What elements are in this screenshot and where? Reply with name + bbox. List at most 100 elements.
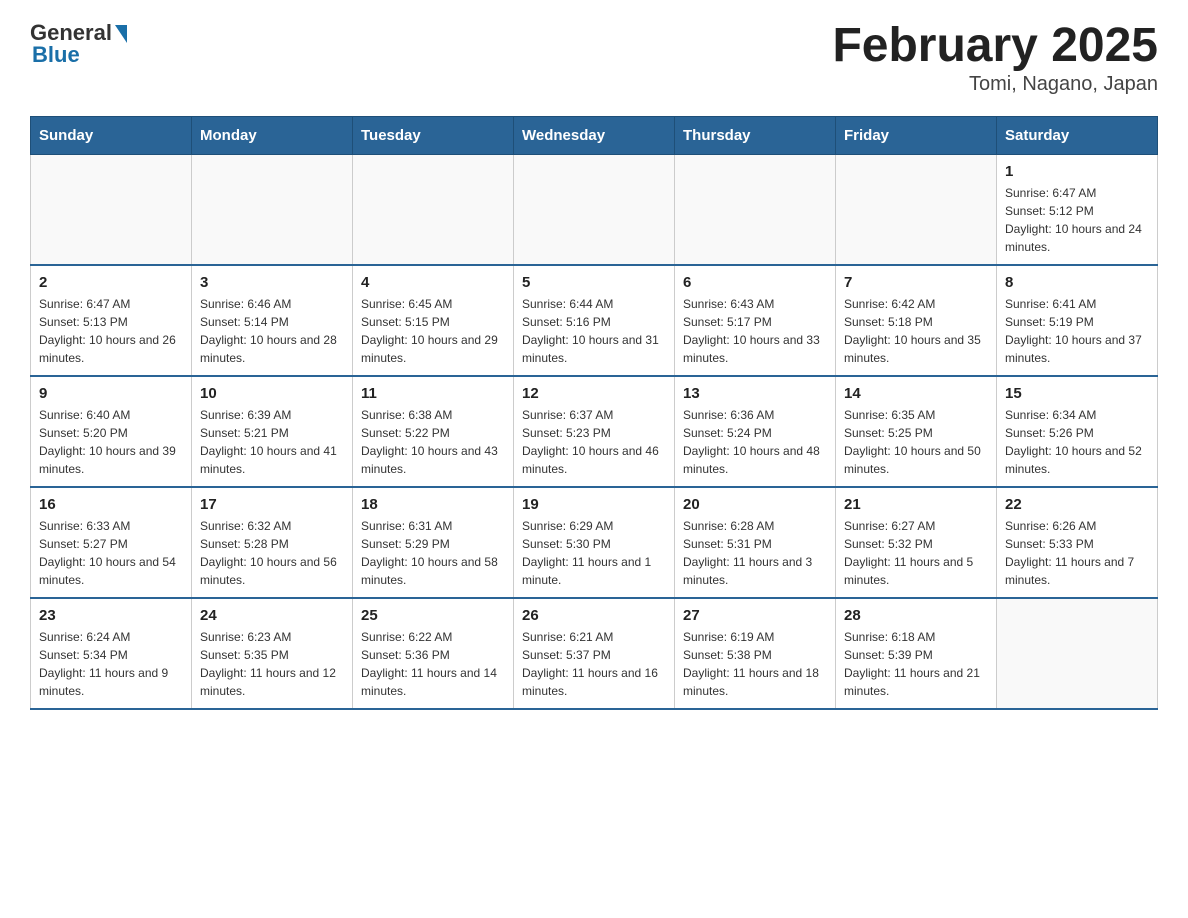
calendar-day-cell: 2Sunrise: 6:47 AMSunset: 5:13 PMDaylight… [31, 265, 192, 376]
day-info: Sunrise: 6:42 AMSunset: 5:18 PMDaylight:… [844, 295, 988, 367]
logo-arrow-icon [115, 25, 127, 43]
day-number: 7 [844, 274, 988, 291]
day-info: Sunrise: 6:24 AMSunset: 5:34 PMDaylight:… [39, 628, 183, 700]
day-number: 16 [39, 496, 183, 513]
day-number: 4 [361, 274, 505, 291]
calendar-day-cell: 4 Sunrise: 6:45 AMSunset: 5:15 PMDaylight… [353, 265, 514, 376]
calendar-day-cell: 14 Sunrise: 6:35 AMSunset: 5:25 PMDayligh… [836, 376, 997, 487]
day-number: 6 [683, 274, 827, 291]
calendar-day-cell: 1 Sunrise: 6:47 AMSunset: 5:12 PMDaylight… [997, 154, 1158, 265]
day-info: Sunrise: 6:46 AMSunset: 5:14 PMDaylight:… [200, 295, 344, 367]
day-info: Sunrise: 6:34 AMSunset: 5:26 PMDaylight:… [1005, 406, 1149, 478]
calendar-day-cell: 16 Sunrise: 6:33 AMSunset: 5:27 PMDayligh… [31, 487, 192, 598]
day-info: Sunrise: 6:23 AMSunset: 5:35 PMDaylight:… [200, 628, 344, 700]
day-of-week-header: Sunday [31, 116, 192, 154]
day-info: Sunrise: 6:22 AMSunset: 5:36 PMDaylight:… [361, 628, 505, 700]
day-info: Sunrise: 6:39 AMSunset: 5:21 PMDaylight:… [200, 406, 344, 478]
day-info: Sunrise: 6:18 AMSunset: 5:39 PMDaylight:… [844, 628, 988, 700]
day-of-week-header: Thursday [675, 116, 836, 154]
calendar-day-cell: 10 Sunrise: 6:39 AMSunset: 5:21 PMDayligh… [192, 376, 353, 487]
day-info: Sunrise: 6:19 AMSunset: 5:38 PMDaylight:… [683, 628, 827, 700]
calendar-day-cell [31, 154, 192, 265]
day-info: Sunrise: 6:27 AMSunset: 5:32 PMDaylight:… [844, 517, 988, 589]
day-number: 15 [1005, 385, 1149, 402]
day-number: 19 [522, 496, 666, 513]
day-info: Sunrise: 6:41 AMSunset: 5:19 PMDaylight:… [1005, 295, 1149, 367]
day-info: Sunrise: 6:26 AMSunset: 5:33 PMDaylight:… [1005, 517, 1149, 589]
day-info: Sunrise: 6:29 AMSunset: 5:30 PMDaylight:… [522, 517, 666, 589]
calendar-table: SundayMondayTuesdayWednesdayThursdayFrid… [30, 116, 1158, 710]
calendar-day-cell: 23Sunrise: 6:24 AMSunset: 5:34 PMDayligh… [31, 598, 192, 709]
day-info: Sunrise: 6:21 AMSunset: 5:37 PMDaylight:… [522, 628, 666, 700]
day-of-week-header: Tuesday [353, 116, 514, 154]
day-info: Sunrise: 6:38 AMSunset: 5:22 PMDaylight:… [361, 406, 505, 478]
day-of-week-header: Saturday [997, 116, 1158, 154]
day-number: 5 [522, 274, 666, 291]
day-info: Sunrise: 6:43 AMSunset: 5:17 PMDaylight:… [683, 295, 827, 367]
day-number: 17 [200, 496, 344, 513]
calendar-day-cell [675, 154, 836, 265]
day-number: 9 [39, 385, 183, 402]
day-number: 14 [844, 385, 988, 402]
calendar-day-cell: 19 Sunrise: 6:29 AMSunset: 5:30 PMDayligh… [514, 487, 675, 598]
calendar-day-cell: 3 Sunrise: 6:46 AMSunset: 5:14 PMDaylight… [192, 265, 353, 376]
day-number: 18 [361, 496, 505, 513]
calendar-week-row: 9 Sunrise: 6:40 AMSunset: 5:20 PMDaylight… [31, 376, 1158, 487]
calendar-day-cell: 13 Sunrise: 6:36 AMSunset: 5:24 PMDayligh… [675, 376, 836, 487]
calendar-day-cell: 5 Sunrise: 6:44 AMSunset: 5:16 PMDaylight… [514, 265, 675, 376]
calendar-body: 1 Sunrise: 6:47 AMSunset: 5:12 PMDaylight… [31, 154, 1158, 709]
day-number: 27 [683, 607, 827, 624]
day-info: Sunrise: 6:28 AMSunset: 5:31 PMDaylight:… [683, 517, 827, 589]
calendar-day-cell: 25 Sunrise: 6:22 AMSunset: 5:36 PMDayligh… [353, 598, 514, 709]
page-header: General Blue February 2025 Tomi, Nagano,… [30, 20, 1158, 96]
calendar-header: SundayMondayTuesdayWednesdayThursdayFrid… [31, 116, 1158, 154]
calendar-week-row: 1 Sunrise: 6:47 AMSunset: 5:12 PMDaylight… [31, 154, 1158, 265]
day-number: 21 [844, 496, 988, 513]
day-of-week-header: Monday [192, 116, 353, 154]
day-of-week-header: Friday [836, 116, 997, 154]
calendar-day-cell: 12Sunrise: 6:37 AMSunset: 5:23 PMDayligh… [514, 376, 675, 487]
day-info: Sunrise: 6:47 AMSunset: 5:12 PMDaylight:… [1005, 184, 1149, 256]
calendar-day-cell: 27 Sunrise: 6:19 AMSunset: 5:38 PMDayligh… [675, 598, 836, 709]
day-info: Sunrise: 6:40 AMSunset: 5:20 PMDaylight:… [39, 406, 183, 478]
calendar-day-cell [836, 154, 997, 265]
calendar-day-cell: 9 Sunrise: 6:40 AMSunset: 5:20 PMDaylight… [31, 376, 192, 487]
day-number: 12 [522, 385, 666, 402]
calendar-week-row: 23Sunrise: 6:24 AMSunset: 5:34 PMDayligh… [31, 598, 1158, 709]
day-number: 10 [200, 385, 344, 402]
calendar-day-cell [997, 598, 1158, 709]
calendar-week-row: 2Sunrise: 6:47 AMSunset: 5:13 PMDaylight… [31, 265, 1158, 376]
calendar-day-cell: 24 Sunrise: 6:23 AMSunset: 5:35 PMDayligh… [192, 598, 353, 709]
calendar-week-row: 16 Sunrise: 6:33 AMSunset: 5:27 PMDayligh… [31, 487, 1158, 598]
day-number: 25 [361, 607, 505, 624]
day-info: Sunrise: 6:36 AMSunset: 5:24 PMDaylight:… [683, 406, 827, 478]
day-number: 3 [200, 274, 344, 291]
day-number: 22 [1005, 496, 1149, 513]
calendar-day-cell: 8 Sunrise: 6:41 AMSunset: 5:19 PMDaylight… [997, 265, 1158, 376]
day-info: Sunrise: 6:44 AMSunset: 5:16 PMDaylight:… [522, 295, 666, 367]
logo: General Blue [30, 20, 127, 68]
calendar-day-cell: 18 Sunrise: 6:31 AMSunset: 5:29 PMDayligh… [353, 487, 514, 598]
day-of-week-header: Wednesday [514, 116, 675, 154]
calendar-day-cell [192, 154, 353, 265]
day-number: 1 [1005, 163, 1149, 180]
calendar-day-cell [514, 154, 675, 265]
calendar-day-cell: 28 Sunrise: 6:18 AMSunset: 5:39 PMDayligh… [836, 598, 997, 709]
day-info: Sunrise: 6:33 AMSunset: 5:27 PMDaylight:… [39, 517, 183, 589]
day-number: 8 [1005, 274, 1149, 291]
day-number: 28 [844, 607, 988, 624]
day-info: Sunrise: 6:35 AMSunset: 5:25 PMDaylight:… [844, 406, 988, 478]
day-info: Sunrise: 6:31 AMSunset: 5:29 PMDaylight:… [361, 517, 505, 589]
calendar-subtitle: Tomi, Nagano, Japan [832, 73, 1158, 96]
calendar-day-cell [353, 154, 514, 265]
logo-blue-text: Blue [32, 42, 80, 68]
day-info: Sunrise: 6:45 AMSunset: 5:15 PMDaylight:… [361, 295, 505, 367]
calendar-day-cell: 21 Sunrise: 6:27 AMSunset: 5:32 PMDayligh… [836, 487, 997, 598]
day-number: 13 [683, 385, 827, 402]
calendar-day-cell: 17Sunrise: 6:32 AMSunset: 5:28 PMDayligh… [192, 487, 353, 598]
title-block: February 2025 Tomi, Nagano, Japan [832, 20, 1158, 96]
calendar-day-cell: 26Sunrise: 6:21 AMSunset: 5:37 PMDayligh… [514, 598, 675, 709]
calendar-day-cell: 11Sunrise: 6:38 AMSunset: 5:22 PMDayligh… [353, 376, 514, 487]
day-number: 24 [200, 607, 344, 624]
calendar-day-cell: 20Sunrise: 6:28 AMSunset: 5:31 PMDayligh… [675, 487, 836, 598]
